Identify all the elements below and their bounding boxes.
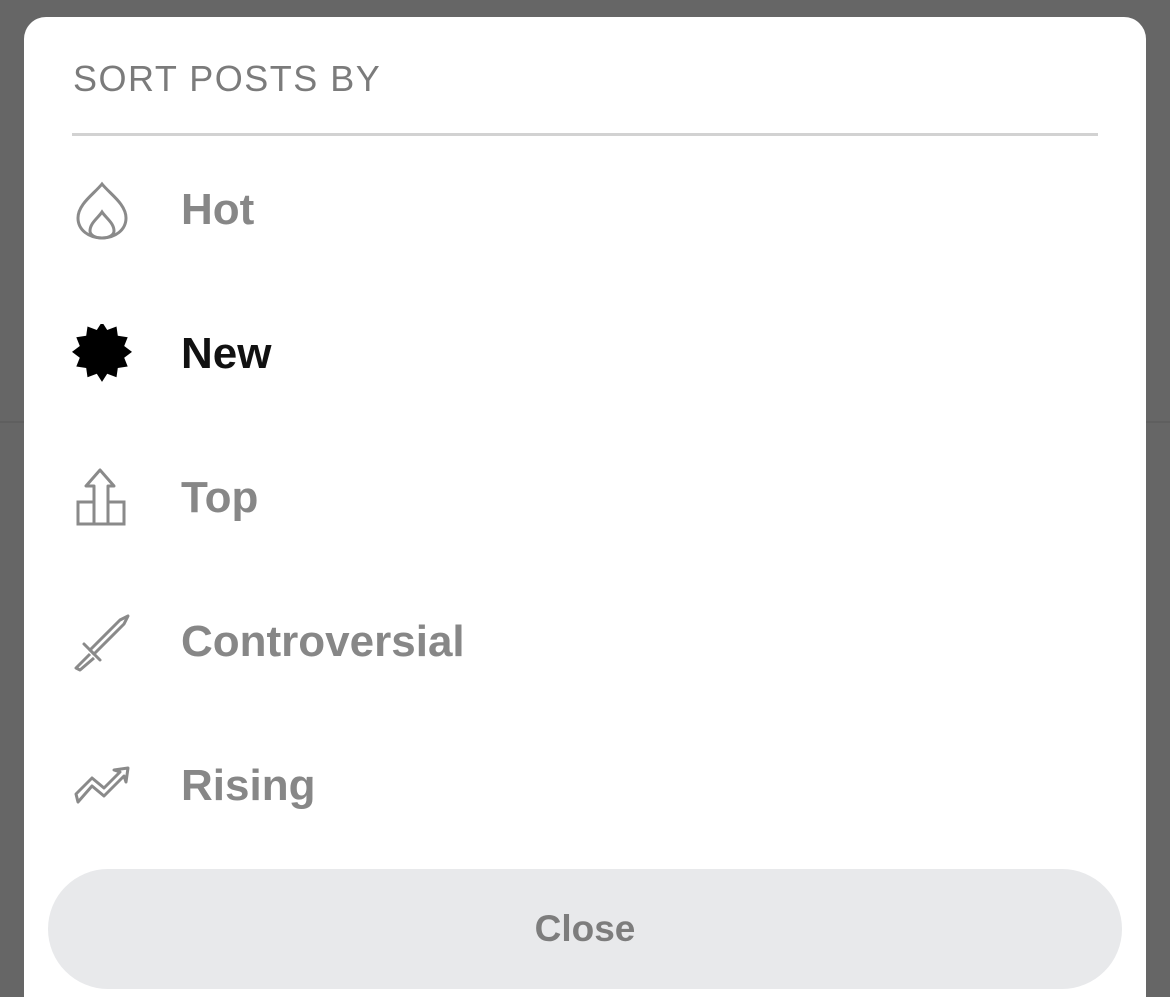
sword-icon bbox=[72, 612, 132, 672]
starburst-icon bbox=[72, 324, 132, 384]
close-button[interactable]: Close bbox=[48, 869, 1122, 989]
sort-option-label: Rising bbox=[181, 761, 316, 810]
sort-option-label: Hot bbox=[181, 185, 255, 234]
header-divider bbox=[72, 133, 1098, 136]
close-button-label: Close bbox=[534, 908, 636, 949]
trending-up-icon bbox=[72, 756, 132, 816]
sort-option-rising[interactable]: Rising bbox=[64, 736, 1104, 836]
sort-option-top[interactable]: Top bbox=[64, 448, 1104, 548]
sort-option-label: Top bbox=[181, 473, 259, 522]
sort-option-controversial[interactable]: Controversial bbox=[64, 592, 1104, 692]
flame-icon bbox=[72, 180, 132, 240]
sort-option-label: Controversial bbox=[181, 617, 465, 666]
sort-option-label: New bbox=[181, 329, 272, 378]
sort-option-hot[interactable]: Hot bbox=[64, 160, 1104, 260]
sort-bottom-sheet: SORT POSTS BY Hot New Top Controversial … bbox=[24, 17, 1146, 997]
sheet-title: SORT POSTS BY bbox=[73, 58, 382, 99]
top-bars-arrow-icon bbox=[72, 468, 132, 528]
sort-option-new[interactable]: New bbox=[64, 304, 1104, 404]
